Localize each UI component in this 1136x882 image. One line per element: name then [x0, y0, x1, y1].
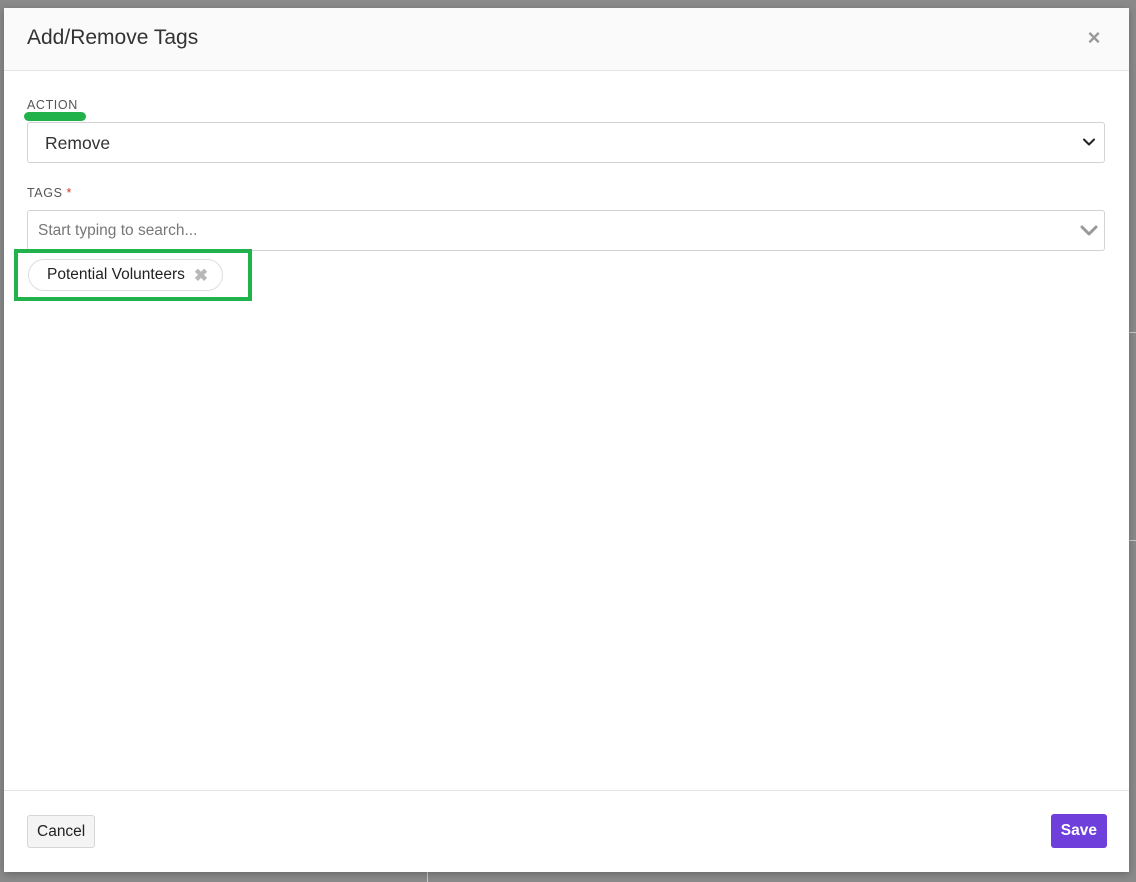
modal-header: Add/Remove Tags ×	[4, 8, 1129, 71]
action-select-value: Remove	[45, 133, 111, 153]
tags-search-box[interactable]	[27, 210, 1105, 251]
close-icon: ×	[1087, 25, 1101, 50]
action-label-text: ACTION	[27, 98, 78, 112]
x-icon[interactable]: ✖	[194, 267, 208, 284]
chevron-down-icon	[1083, 138, 1095, 146]
action-label: ACTION	[27, 98, 78, 112]
tag-chip-label: Potential Volunteers	[47, 266, 185, 283]
tag-chip: Potential Volunteers ✖	[28, 259, 224, 291]
label-highlight-mark	[24, 112, 86, 121]
tags-label-text: TAGS	[27, 186, 63, 200]
required-indicator: *	[66, 186, 72, 200]
chevron-down-icon[interactable]	[1080, 223, 1098, 239]
modal-footer: Cancel Save	[4, 790, 1129, 872]
add-remove-tags-modal: Add/Remove Tags × ACTION Remove TAGS* Po…	[4, 8, 1129, 872]
save-button[interactable]: Save	[1050, 814, 1107, 848]
cancel-button[interactable]: Cancel	[27, 815, 96, 848]
action-select[interactable]: Remove	[27, 122, 1105, 163]
modal-title: Add/Remove Tags	[27, 26, 199, 49]
close-button[interactable]: ×	[1085, 25, 1103, 50]
tags-search-input[interactable]	[38, 218, 1058, 244]
tags-label: TAGS *	[27, 186, 72, 200]
